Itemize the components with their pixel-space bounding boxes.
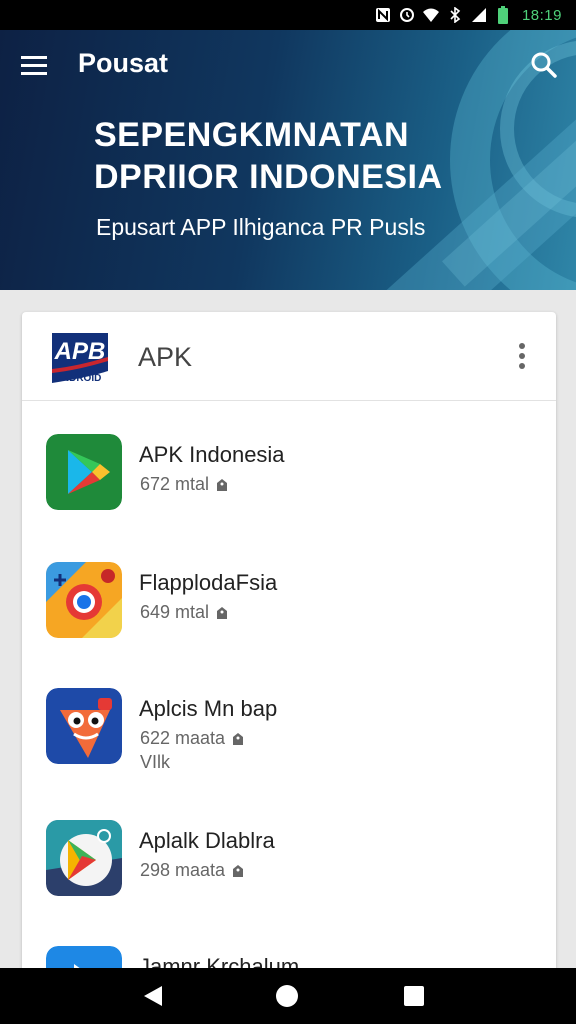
home-icon [276,985,298,1007]
status-bar: 18:19 [0,0,576,30]
back-button[interactable] [137,980,169,1012]
browser-app-icon [46,562,122,638]
tag-icon [233,864,244,877]
wifi-icon [422,6,440,24]
tag-icon [217,478,228,491]
bluetooth-icon [446,6,464,24]
navigation-bar [0,968,576,1024]
app-name: FlapplodaFsia [139,570,278,595]
status-icons: 18:19 [374,5,562,25]
more-options-button[interactable] [508,340,536,372]
battery-icon [494,6,512,24]
app-name: Aplalk Dlablra [139,828,275,853]
logo-text-sub: ANDROID [55,373,102,384]
header-banner: Pousat SEPENGKMNATAN DPRIIOR INDONESIA E… [0,30,576,290]
back-icon [144,986,162,1006]
card-header: APB ANDROID APK [22,312,556,401]
notification-n-icon [374,6,392,24]
alarm-icon [398,6,416,24]
apb-android-logo: APB ANDROID [46,329,114,385]
recents-button[interactable] [398,980,430,1012]
card-title: APK [138,342,193,372]
list-item-app-3[interactable]: Aplcis Mn bap 622 maata VIlk [22,688,556,808]
hamburger-icon [21,56,47,75]
list-item-app-2[interactable]: FlapplodaFsia 649 mtal [22,562,556,682]
search-button[interactable] [526,50,562,80]
banner-subtitle: Epusart APP Ilhiganca PR Pusls [96,214,426,240]
app-meta: 672 mtal [140,474,229,495]
play-store-icon [46,434,122,510]
list-item-app-1[interactable]: APK Indonesia 672 mtal [22,434,556,554]
logo-text-main: APB [54,338,106,365]
more-vert-icon [519,343,525,369]
app-meta-text: 622 maata [140,728,226,748]
app-extra-text: VIlk [140,752,171,772]
signal-icon [470,6,488,24]
app-name: Aplcis Mn bap [139,696,278,721]
app-meta: 649 mtal [140,602,229,623]
app-list-card: APB ANDROID APK APK Indonesia 672 mtal F… [22,312,556,992]
menu-button[interactable] [18,50,50,80]
app-meta-text: 649 mtal [140,602,210,622]
app-title: Pousat [78,48,169,78]
app-name: APK Indonesia [139,442,285,467]
app-meta: 298 maata [140,860,245,881]
status-time: 18:19 [521,6,562,24]
home-button[interactable] [271,980,303,1012]
list-item-app-4[interactable]: Aplalk Dlablra 298 maata [22,820,556,940]
tag-icon [233,732,244,745]
app-meta-text: 298 maata [140,860,226,880]
banner-headline-1: SEPENGKMNATAN [94,116,410,154]
app-meta: 622 maata [140,728,245,749]
mascot-app-icon [46,688,122,764]
tag-icon [217,606,228,619]
search-icon [531,52,557,78]
banner-headline-2: DPRIIOR INDONESIA [94,158,443,196]
play-app-icon [46,820,122,896]
recents-icon [404,986,424,1006]
app-meta-text: 672 mtal [140,474,210,494]
